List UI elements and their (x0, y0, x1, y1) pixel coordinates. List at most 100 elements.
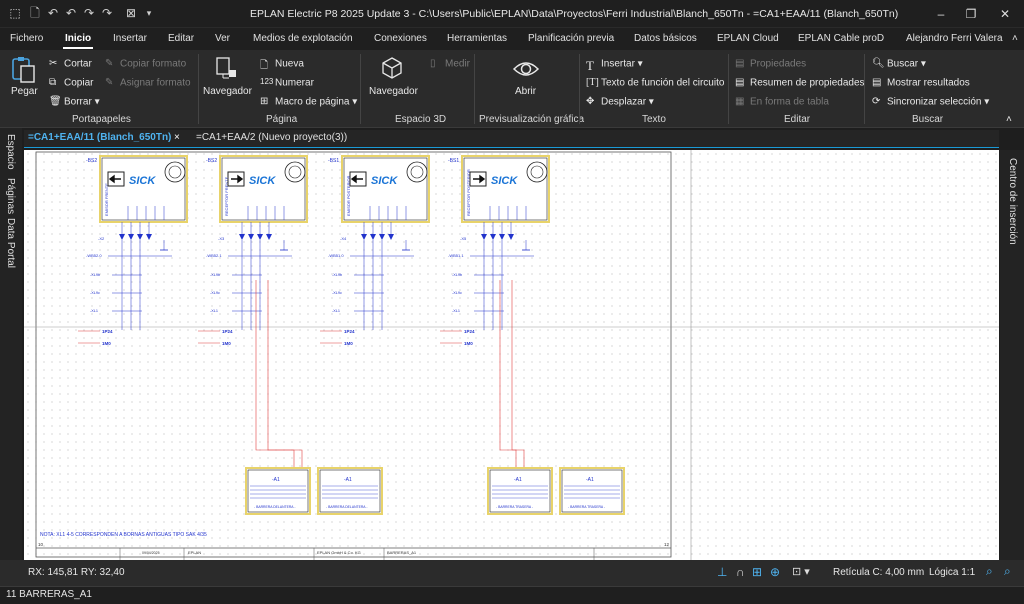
module-caption: - BARRERA TRASERA - (496, 505, 533, 509)
grid-dropdown-icon[interactable]: ⊡ ▾ (792, 565, 810, 578)
copy-button[interactable]: ⧉ Copiar (49, 77, 93, 89)
grid-snap-icon[interactable]: ⊞ (752, 565, 762, 579)
menu-inicio[interactable]: Inicio (62, 33, 94, 49)
plc-tag: -WB52.0 (86, 253, 102, 258)
minimize-icon[interactable]: – (926, 4, 956, 24)
navigator-3d-button[interactable]: Navegador (369, 86, 418, 97)
search-button[interactable]: 🔍︎ Buscar ▾ (872, 58, 926, 70)
ruler-icon: ▯ (430, 58, 436, 69)
open-preview-button[interactable]: Abrir (515, 86, 536, 97)
sensor-tag: -BS1 (448, 158, 459, 164)
snap-icon[interactable]: ⊥ (717, 565, 727, 579)
menu-planificacion[interactable]: Planificación previa (528, 33, 614, 44)
show-results-button[interactable]: ▤ Mostrar resultados (872, 77, 970, 89)
close-tab-icon[interactable]: × (174, 132, 180, 143)
cube-icon[interactable] (380, 56, 404, 82)
new-file-icon[interactable]: 🗋 (28, 6, 42, 20)
connector-tag: -X2 (98, 236, 105, 241)
undo-icon[interactable]: ↶ (46, 6, 60, 20)
menu-ver[interactable]: Ver (215, 33, 230, 44)
function-text-label: Texto de función del circuito (601, 77, 725, 89)
page-navigator-button[interactable]: Navegador (203, 86, 252, 97)
filter-icon[interactable]: ⊠ (124, 6, 138, 20)
restore-icon[interactable]: ❐ (956, 4, 986, 24)
collapse-ribbon-icon[interactable]: ˄ (1006, 114, 1012, 125)
drawing-note: NOTA: XL1 4-5 CORRESPONDEN A BORNAS ANTI… (40, 532, 207, 538)
menu-eplan-cloud[interactable]: EPLAN Cloud (717, 33, 779, 44)
close-icon[interactable]: ✕ (990, 4, 1020, 24)
page-macro-label: Macro de página (275, 96, 350, 108)
quick-access-dropdown-icon[interactable]: ▾ (142, 6, 156, 20)
redo-icon[interactable]: ↷ (82, 6, 96, 20)
ribbon-separator (474, 54, 475, 124)
page-macro-button[interactable]: ⊞ Macro de página ▾ (260, 96, 357, 108)
tab-active-page[interactable]: =CA1+EAA/11 (Blanch_650Tn) (28, 132, 171, 143)
ribbon-separator (579, 54, 580, 124)
new-page-button[interactable]: 🗋 Nueva (260, 58, 304, 71)
table-form-button[interactable]: ▦ En forma de tabla (735, 96, 829, 108)
terminal-tag: -XL9c (210, 291, 220, 295)
module-group: -A1 - BARRERA DELANTERA - -A1 - BARRERA DEL… (245, 467, 625, 515)
tab-second-page[interactable]: =CA1+EAA/2 (Nuevo proyecto(3)) (196, 132, 347, 143)
brush-icon: ✎ (105, 58, 114, 69)
magnet-icon[interactable]: ∩ (736, 565, 745, 579)
menu-medios[interactable]: Medios de explotación (253, 33, 353, 44)
object-snap-icon[interactable]: ⊕ (770, 565, 780, 579)
page-navigator-icon[interactable] (215, 56, 239, 82)
menu-editar[interactable]: Editar (168, 33, 194, 44)
redo-list-icon[interactable]: ↷ (100, 6, 114, 20)
cut-button[interactable]: ✂ Cortar (49, 58, 92, 70)
title-bar: ⬚ 🗋 ↶ ↶ ↷ ↷ ⊠ ▾ EPLAN Electric P8 2025 U… (0, 0, 1024, 28)
panel-tab-paginas[interactable]: Páginas (5, 178, 16, 214)
menu-insertar[interactable]: Insertar (113, 33, 147, 44)
titleblock-page-title: BARRERAS_A1 (387, 550, 417, 555)
supply-label: 1P24 (102, 329, 113, 334)
terminal-tag: -XL9b (90, 273, 100, 277)
supply-label: 1M0 (344, 341, 353, 346)
properties-button[interactable]: ▤ Propiedades (735, 58, 806, 70)
copy-format-button[interactable]: ✎ Copiar formato (105, 58, 186, 70)
undo-list-icon[interactable]: ↶ (64, 6, 78, 20)
page-info-bar: 11 BARRERAS_A1 (0, 586, 1024, 604)
move-button[interactable]: ✥ Desplazar ▾ (586, 96, 654, 108)
sensor-group: -BS2EMISOR FRENTESICK-BS2RECEPTOR FRENTE… (86, 155, 550, 223)
terminal-tag: -XL9b (452, 273, 462, 277)
number-button[interactable]: 123 Numerar (260, 77, 314, 89)
zoom-window-icon[interactable]: ⌕ (1004, 564, 1011, 579)
menu-datos-basicos[interactable]: Datos básicos (634, 33, 697, 44)
menu-fichero[interactable]: Fichero (10, 33, 43, 44)
plc-tag: -WB51.1 (448, 253, 464, 258)
right-side-panel: Centro de inserción (1000, 150, 1024, 560)
user-name[interactable]: Alejandro Ferri Valera (906, 33, 1003, 44)
delete-button[interactable]: 🗑 Borrar ▾ (49, 96, 100, 108)
terminal-tag: -XL1 (332, 309, 340, 313)
chevron-up-icon[interactable]: ˄ (1012, 33, 1018, 44)
terminal-tag: -XL9b (332, 273, 342, 277)
menu-conexiones[interactable]: Conexiones (374, 33, 427, 44)
eye-icon[interactable] (512, 56, 540, 82)
panel-tab-data-portal[interactable]: Data Portal (5, 218, 16, 268)
sensor-name: EMISOR FRENTE (104, 183, 109, 216)
number-label: Numerar (275, 77, 314, 89)
plug-icon (119, 234, 125, 240)
assign-format-button[interactable]: ✎ Asignar formato (105, 77, 191, 89)
zoom-icon[interactable]: ⌕ (986, 564, 993, 579)
paste-button[interactable]: Pegar (11, 86, 38, 97)
paste-icon[interactable] (10, 56, 36, 84)
drawing-canvas[interactable]: -BS2 EMISOR FRENTE SICK -BS2 RECEPTOR FRENTE… (24, 150, 999, 560)
sync-selection-button[interactable]: ⟳ Sincronizar selección ▾ (872, 96, 989, 108)
delete-label: Borrar (64, 96, 92, 108)
properties-summary-button[interactable]: ▤ Resumen de propiedades (735, 77, 865, 89)
module-tag: -A1 (344, 477, 352, 483)
insert-text-button[interactable]: T Insertar ▾ (586, 58, 643, 73)
sensor-brand: SICK (249, 175, 276, 187)
menu-herramientas[interactable]: Herramientas (447, 33, 507, 44)
panel-tab-espacio[interactable]: Espacio (5, 134, 16, 170)
connector-tag: -X3 (218, 236, 225, 241)
group-edit-label: Editar (784, 114, 811, 125)
function-text-button[interactable]: [T] Texto de función del circuito (586, 77, 724, 89)
terminal-tag: -XL1 (90, 309, 98, 313)
menu-eplan-cable[interactable]: EPLAN Cable proD (798, 33, 884, 44)
measure-button[interactable]: ▯ Medir (430, 58, 470, 70)
panel-tab-insertion-center[interactable]: Centro de inserción (1007, 158, 1018, 245)
